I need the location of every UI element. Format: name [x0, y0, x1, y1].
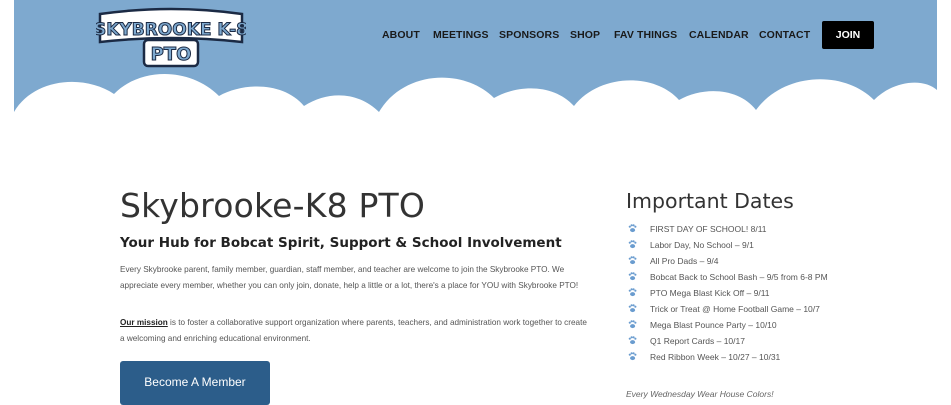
- page-title: Skybrooke-K8 PTO: [120, 186, 426, 225]
- date-text: Labor Day, No School – 9/1: [650, 240, 754, 250]
- date-item: Q1 Report Cards – 10/17: [626, 333, 926, 349]
- page-right-margin: [937, 0, 951, 402]
- date-text: All Pro Dads – 9/4: [650, 256, 719, 266]
- mission-paragraph: Our mission is to foster a collaborative…: [120, 315, 590, 347]
- page-left-margin: [0, 0, 14, 402]
- paw-icon: [628, 240, 637, 249]
- nav-meetings[interactable]: MEETINGS: [433, 26, 489, 44]
- cloud-border: [14, 74, 937, 150]
- paw-icon: [628, 320, 637, 329]
- become-member-button[interactable]: Become A Member: [120, 361, 270, 405]
- welcome-paragraph: Every Skybrooke parent, family member, g…: [120, 265, 579, 290]
- wednesday-note: Every Wednesday Wear House Colors!: [626, 389, 774, 399]
- important-dates-list: FIRST DAY OF SCHOOL! 8/11 Labor Day, No …: [626, 221, 926, 365]
- date-text: Bobcat Back to School Bash – 9/5 from 6-…: [650, 272, 828, 282]
- date-item: PTO Mega Blast Kick Off – 9/11: [626, 285, 926, 301]
- nav-shop[interactable]: SHOP: [570, 26, 600, 44]
- date-text: Mega Blast Pounce Party – 10/10: [650, 320, 777, 330]
- nav-fav-things[interactable]: FAV THINGS: [614, 26, 677, 44]
- important-dates-title: Important Dates: [626, 189, 794, 213]
- mission-text: is to foster a collaborative support org…: [120, 318, 587, 343]
- date-item: All Pro Dads – 9/4: [626, 253, 926, 269]
- paw-icon: [628, 224, 637, 233]
- nav-about[interactable]: ABOUT: [382, 26, 420, 44]
- join-button[interactable]: JOIN: [822, 21, 874, 49]
- date-item: Bobcat Back to School Bash – 9/5 from 6-…: [626, 269, 926, 285]
- date-text: Q1 Report Cards – 10/17: [650, 336, 745, 346]
- paw-icon: [628, 272, 637, 281]
- date-text: FIRST DAY OF SCHOOL! 8/11: [650, 224, 767, 234]
- date-item: FIRST DAY OF SCHOOL! 8/11: [626, 221, 926, 237]
- nav-contact[interactable]: CONTACT: [759, 26, 810, 44]
- date-item: Mega Blast Pounce Party – 10/10: [626, 317, 926, 333]
- paw-icon: [628, 304, 637, 313]
- mission-label: Our mission: [120, 318, 168, 327]
- paw-icon: [628, 256, 637, 265]
- nav-calendar[interactable]: CALENDAR: [689, 26, 749, 44]
- date-item: Trick or Treat @ Home Football Game – 10…: [626, 301, 926, 317]
- page-subtitle: Your Hub for Bobcat Spirit, Support & Sc…: [120, 235, 562, 251]
- main-nav: ABOUT MEETINGS SPONSORS SHOP FAV THINGS …: [0, 26, 951, 54]
- date-text: PTO Mega Blast Kick Off – 9/11: [650, 288, 770, 298]
- date-text: Red Ribbon Week – 10/27 – 10/31: [650, 352, 781, 362]
- paw-icon: [628, 352, 637, 361]
- paw-icon: [628, 336, 637, 345]
- date-text: Trick or Treat @ Home Football Game – 10…: [650, 304, 820, 314]
- paw-icon: [628, 288, 637, 297]
- date-item: Red Ribbon Week – 10/27 – 10/31: [626, 349, 926, 365]
- nav-sponsors[interactable]: SPONSORS: [499, 26, 559, 44]
- date-item: Labor Day, No School – 9/1: [626, 237, 926, 253]
